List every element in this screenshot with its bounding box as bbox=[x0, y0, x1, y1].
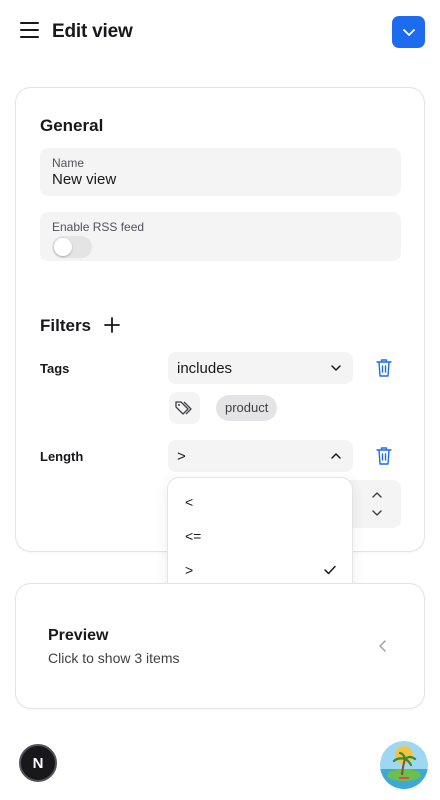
option-gt[interactable]: > bbox=[168, 553, 352, 587]
filters-heading: Filters bbox=[40, 316, 92, 335]
name-label: Name bbox=[52, 156, 85, 170]
toggle-knob bbox=[54, 238, 72, 256]
chevron-down-icon bbox=[402, 29, 415, 36]
name-value: New view bbox=[52, 171, 117, 188]
rss-label: Enable RSS feed bbox=[52, 220, 145, 234]
chevron-up-icon bbox=[331, 453, 341, 459]
option-lte[interactable]: <= bbox=[168, 519, 352, 553]
length-operator-value: > bbox=[177, 448, 186, 465]
tags-operator-select[interactable]: includes bbox=[168, 352, 353, 384]
tag-chip-product[interactable]: product bbox=[216, 395, 278, 421]
option-label: < bbox=[185, 494, 194, 510]
plus-icon bbox=[104, 317, 120, 333]
option-label: <= bbox=[185, 528, 202, 544]
page-title: Edit view bbox=[52, 21, 133, 42]
rss-toggle[interactable] bbox=[52, 236, 92, 258]
length-stepper[interactable] bbox=[369, 489, 385, 521]
top-bar: Edit view bbox=[0, 0, 440, 64]
avatar[interactable] bbox=[380, 741, 428, 789]
preview-subtitle: Click to show 3 items bbox=[48, 650, 180, 666]
length-label: Length bbox=[40, 449, 84, 464]
length-operator-select[interactable]: > bbox=[168, 440, 353, 472]
hamburger-line bbox=[20, 36, 39, 38]
trash-icon bbox=[376, 447, 392, 465]
name-field[interactable]: Name New view bbox=[40, 148, 401, 196]
general-heading: General bbox=[40, 116, 104, 135]
hamburger-line bbox=[20, 29, 39, 31]
check-icon bbox=[324, 565, 336, 575]
menu-button[interactable] bbox=[18, 20, 42, 42]
stepper-arrows-icon bbox=[372, 492, 382, 516]
tag-picker-button[interactable] bbox=[169, 392, 200, 424]
option-label: > bbox=[185, 562, 194, 578]
delete-tags-filter-button[interactable] bbox=[375, 358, 393, 378]
preview-card[interactable]: Preview Click to show 3 items bbox=[15, 583, 425, 709]
chevron-left-icon[interactable] bbox=[378, 639, 388, 653]
rss-field: Enable RSS feed bbox=[40, 212, 401, 261]
trash-icon bbox=[376, 359, 392, 377]
delete-length-filter-button[interactable] bbox=[375, 446, 393, 466]
beach-avatar-icon bbox=[380, 741, 428, 789]
tags-label: Tags bbox=[40, 361, 70, 376]
add-filter-button[interactable] bbox=[102, 315, 122, 335]
tags-icon bbox=[175, 401, 192, 415]
next-dev-badge[interactable]: N bbox=[19, 744, 57, 782]
tags-operator-value: includes bbox=[177, 360, 233, 377]
preview-title: Preview bbox=[48, 627, 109, 644]
chevron-down-icon bbox=[331, 365, 341, 371]
view-actions-button[interactable] bbox=[392, 16, 425, 48]
hamburger-menu-icon bbox=[20, 22, 39, 24]
option-lt[interactable]: < bbox=[168, 485, 352, 519]
